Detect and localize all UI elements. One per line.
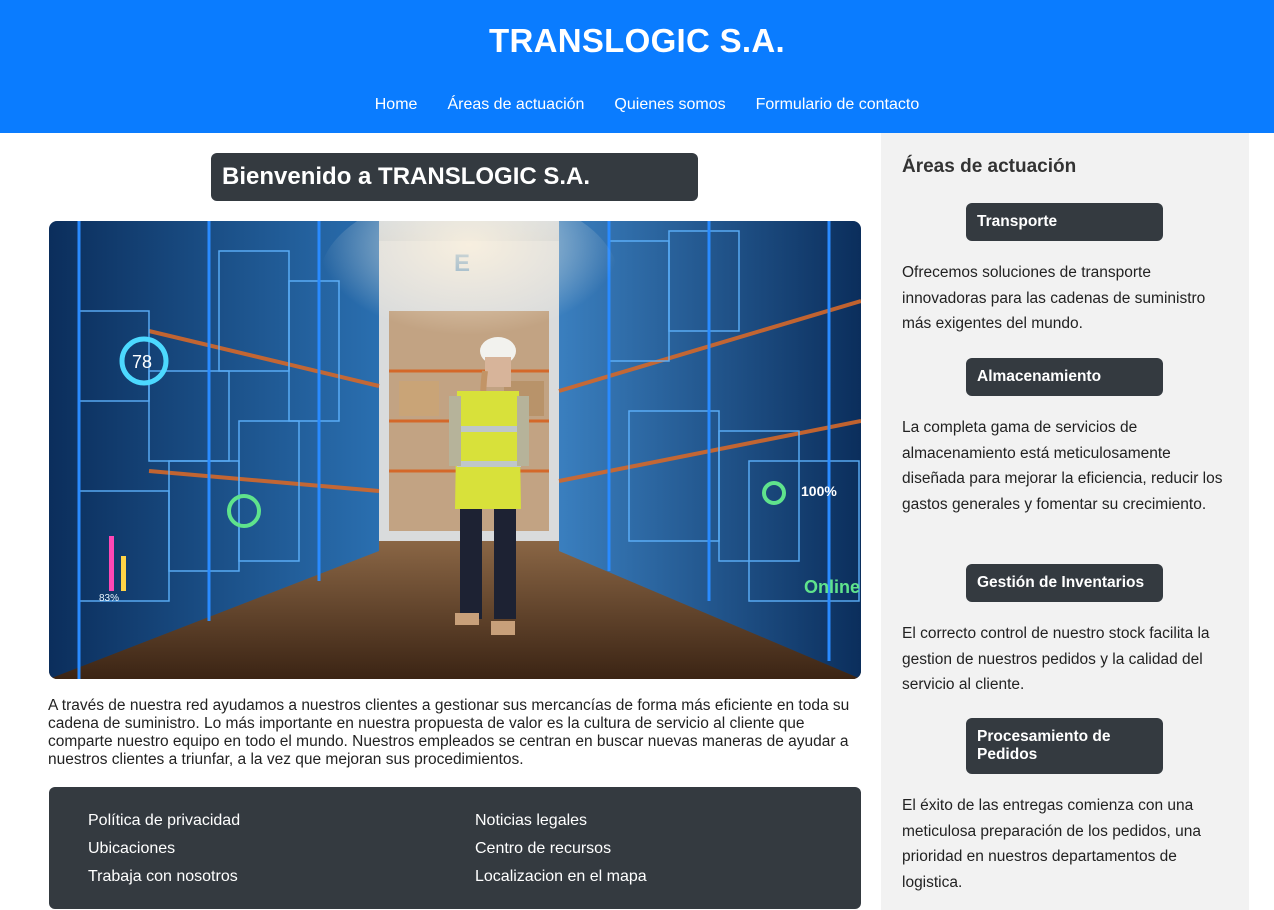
footer-link-centro-de-recursos[interactable]: Centro de recursos <box>475 839 647 858</box>
hero-overlay-capacity: 100% <box>801 483 837 499</box>
welcome-banner: Bienvenido a TRANSLOGIC S.A. <box>211 153 698 201</box>
footer-link-politica-de-privacidad[interactable]: Política de privacidad <box>88 811 240 830</box>
footer-link-localizacion-en-el-mapa[interactable]: Localizacion en el mapa <box>475 867 647 886</box>
site-header: TRANSLOGIC S.A. Home Áreas de actuación … <box>0 0 1274 133</box>
hero-overlay-percent: 83% <box>99 593 119 604</box>
hero-overlay-status: Online <box>804 577 860 597</box>
area-text-gestion-de-inventarios: El correcto control de nuestro stock fac… <box>902 625 1210 694</box>
area-badge-gestion-de-inventarios: Gestión de Inventarios <box>966 564 1163 602</box>
nav-home[interactable]: Home <box>375 96 418 114</box>
main-nav: Home Áreas de actuación Quienes somos Fo… <box>0 96 1274 114</box>
nav-formulario-de-contacto[interactable]: Formulario de contacto <box>756 96 920 114</box>
footer-link-ubicaciones[interactable]: Ubicaciones <box>88 839 240 858</box>
area-badge-almacenamiento: Almacenamiento <box>966 358 1163 396</box>
sidebar-title: Áreas de actuación <box>902 156 1077 177</box>
footer-col-2: Noticias legales Centro de recursos Loca… <box>475 811 647 886</box>
area-badge-procesamiento-de-pedidos: Procesamiento de Pedidos <box>966 718 1163 774</box>
area-text-procesamiento-de-pedidos: El éxito de las entregas comienza con un… <box>902 797 1201 892</box>
site-title: TRANSLOGIC S.A. <box>488 22 785 59</box>
area-text-transporte: Ofrecemos soluciones de transporte innov… <box>902 264 1206 333</box>
footer-link-noticias-legales[interactable]: Noticias legales <box>475 811 647 830</box>
footer: Política de privacidad Ubicaciones Traba… <box>49 787 861 909</box>
intro-paragraph: A través de nuestra red ayudamos a nuest… <box>48 697 850 768</box>
nav-areas-de-actuacion[interactable]: Áreas de actuación <box>447 96 584 114</box>
nav-quienes-somos[interactable]: Quienes somos <box>614 96 725 114</box>
area-badge-transporte: Transporte <box>966 203 1163 241</box>
footer-link-trabaja-con-nosotros[interactable]: Trabaja con nosotros <box>88 867 240 886</box>
hero-overlay-gauge: 78 <box>132 352 152 372</box>
footer-col-1: Política de privacidad Ubicaciones Traba… <box>88 811 240 886</box>
sidebar: Áreas de actuación Transporte Ofrecemos … <box>881 133 1249 910</box>
area-text-almacenamiento: La completa gama de servicios de almacen… <box>902 419 1223 514</box>
hero-image: E 78 83% <box>49 221 861 679</box>
